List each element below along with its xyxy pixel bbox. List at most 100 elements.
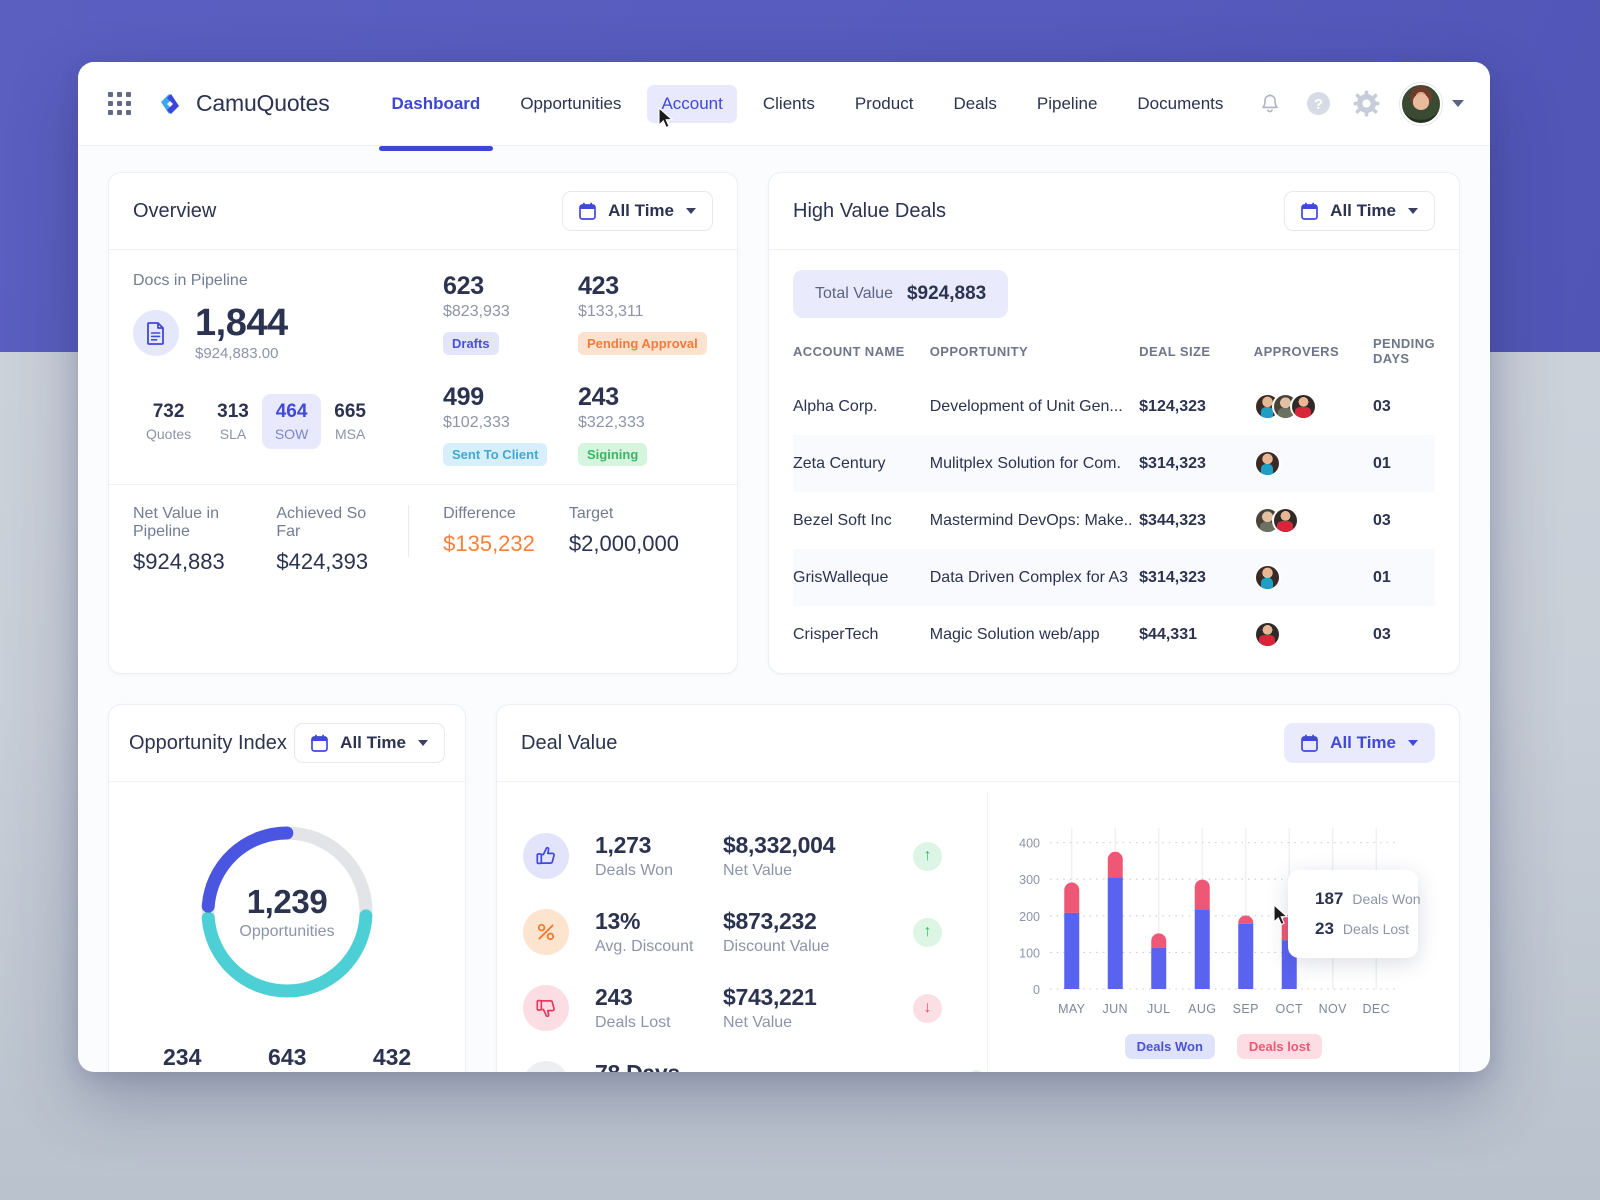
document-icon: [133, 309, 179, 356]
doc-type-pill-quotes[interactable]: 732 Quotes: [133, 394, 204, 449]
brand[interactable]: CamuQuotes: [155, 89, 330, 119]
overview-footer-metric: Achieved So Far $424,393: [276, 505, 368, 575]
table-row[interactable]: CrisperTech Magic Solution web/app $44,331…: [793, 606, 1435, 663]
dv-date-filter[interactable]: All Time: [1284, 723, 1435, 763]
account-name: Alpha Corp.: [793, 397, 878, 415]
svg-text:AUG: AUG: [1188, 1002, 1216, 1016]
overview-stats: 623 $823,933 Drafts 423 $133,311 Pending Appr…: [433, 272, 713, 466]
overview-stat: 423 $133,311 Pending Approval: [578, 272, 713, 355]
oi-title: Opportunity Index: [129, 731, 287, 754]
opportunity-name: Data Driven Complex for A3: [929, 568, 1129, 586]
nav-item-opportunities[interactable]: Opportunities: [506, 85, 635, 123]
table-row[interactable]: Bezel Soft Inc Mastermind DevOps: Make.. $…: [793, 492, 1435, 549]
column-header: DEAL SIZE: [1139, 343, 1211, 359]
approvers-cell: [1253, 378, 1373, 435]
chart-legend: Deals Won Deals lost: [1006, 1034, 1441, 1059]
stat-count: 423: [578, 272, 619, 300]
diamond-logo-icon: [155, 89, 185, 119]
nav-item-product[interactable]: Product: [841, 85, 928, 123]
help-circle-icon[interactable]: ?: [1304, 90, 1332, 118]
nav-item-clients[interactable]: Clients: [749, 85, 829, 123]
avatar: [1400, 82, 1442, 125]
approvers-cell: [1253, 492, 1373, 549]
hvd-header: High Value Deals All Time: [769, 173, 1459, 250]
stat-count: 499: [443, 383, 484, 411]
bell-icon[interactable]: [1256, 90, 1284, 118]
stat-value: $322,333: [578, 414, 645, 431]
user-menu[interactable]: [1400, 82, 1464, 125]
pending-days: 01: [1372, 454, 1391, 472]
oi-body: 1,239 Opportunities 234Deals Won 643In Pr…: [109, 782, 465, 1072]
calendar-icon: [579, 202, 597, 220]
opportunity-count-label: Opportunities: [239, 923, 335, 940]
metric-label: Deals Lost: [595, 1014, 671, 1031]
gear-icon[interactable]: [1352, 90, 1380, 118]
deal-value-card: Deal Value All Time 1,273 Deals Won $8,332…: [496, 704, 1460, 1072]
doc-type-pill-sow[interactable]: 464 SOW: [261, 393, 322, 449]
oi-header: Opportunity Index All Time: [109, 705, 465, 782]
donut-center: 1,239 Opportunities: [195, 820, 379, 1004]
table-row[interactable]: GrisWalleque Data Driven Complex for A3 $3…: [793, 549, 1435, 606]
overview-header: Overview All Time: [109, 173, 737, 250]
hvd-date-filter[interactable]: All Time: [1284, 191, 1435, 231]
account-name: Zeta Century: [793, 454, 886, 472]
deals-table: ACCOUNT NAME OPPORTUNITY DEAL SIZE APPROVER…: [793, 336, 1435, 663]
overview-left: Docs in Pipeline 1,844 $924,883.00 732 Qu…: [133, 272, 433, 466]
avatar: [1271, 507, 1299, 534]
app-window: CamuQuotes Dashboard Opportunities Account…: [78, 62, 1490, 1072]
nav-item-pipeline[interactable]: Pipeline: [1023, 85, 1112, 123]
row-top: Overview All Time Docs in Pipeline 1,844…: [108, 172, 1460, 674]
nav-item-deals[interactable]: Deals: [939, 85, 1010, 123]
svg-text:JUL: JUL: [1147, 1002, 1170, 1016]
table-row[interactable]: Alpha Corp. Development of Unit Gen... $12…: [793, 378, 1435, 435]
metric-label: Avg. Discount: [595, 938, 694, 955]
metric-value-2: $873,232: [723, 908, 817, 934]
row-bottom: Opportunity Index All Time 1,239 Opportu…: [108, 704, 1460, 1072]
nav-item-documents[interactable]: Documents: [1123, 85, 1237, 123]
metric-value: 243: [595, 984, 633, 1010]
svg-text:400: 400: [1019, 837, 1040, 851]
calendar-icon: [311, 734, 329, 752]
overview-stat: 623 $823,933 Drafts: [443, 272, 578, 355]
footer-value: $135,232: [443, 531, 535, 556]
dv-body: 1,273 Deals Won $8,332,004 Net Value ↑ 13% Avg…: [497, 782, 1459, 1072]
approvers-cell: [1253, 549, 1373, 606]
oi-date-label: All Time: [340, 733, 406, 752]
metric-value: 78 Days: [595, 1060, 828, 1072]
pill-count: 732: [152, 400, 185, 422]
stat-count: 243: [578, 383, 619, 411]
doc-type-pill-msa[interactable]: 665 MSA: [321, 394, 379, 449]
nav-item-dashboard[interactable]: Dashboard: [378, 85, 495, 151]
oi-legend-count: 643: [268, 1044, 307, 1070]
metric-primary: 13% Avg. Discount: [595, 908, 723, 956]
mouse-cursor-chart: [1273, 903, 1290, 928]
tooltip-won-label: Deals Won: [1352, 891, 1421, 907]
svg-text:MAY: MAY: [1058, 1002, 1086, 1016]
mouse-cursor-nav: [658, 106, 675, 131]
pill-count: 665: [334, 400, 366, 422]
opportunity-name: Mulitplex Solution for Com.: [929, 454, 1121, 472]
metric-value-2: $743,221: [723, 984, 817, 1010]
oi-date-filter[interactable]: All Time: [294, 723, 445, 763]
overview-date-label: All Time: [608, 201, 674, 220]
chart-legend-lost[interactable]: Deals lost: [1236, 1034, 1323, 1059]
deal-value-metric-row: 243 Deals Lost $743,221 Net Value ↓: [523, 970, 987, 1046]
apps-grid-icon[interactable]: [108, 92, 131, 115]
pending-days: 01: [1372, 568, 1391, 586]
opportunity-index-card: Opportunity Index All Time 1,239 Opportu…: [108, 704, 466, 1072]
metric-value: 13%: [595, 908, 641, 934]
overview-date-filter[interactable]: All Time: [562, 191, 713, 231]
svg-text:100: 100: [1019, 946, 1040, 960]
pending-days: 03: [1372, 397, 1391, 415]
overview-footer-metric: Net Value in Pipeline $924,883: [133, 505, 242, 575]
account-name: GrisWalleque: [793, 568, 889, 586]
thumbs-up-icon: [523, 833, 569, 879]
chart-legend-won[interactable]: Deals Won: [1124, 1034, 1215, 1059]
deals-table-body: Alpha Corp. Development of Unit Gen... $12…: [793, 378, 1435, 663]
dv-metrics: 1,273 Deals Won $8,332,004 Net Value ↑ 13% Avg…: [497, 792, 988, 1072]
doc-type-pill-sla[interactable]: 313 SLA: [204, 394, 262, 449]
chart-tooltip: 187 Deals Won 23 Deals Lost: [1288, 870, 1421, 958]
table-row[interactable]: Zeta Century Mulitplex Solution for Com. $…: [793, 435, 1435, 492]
doc-type-pills: 732 Quotes 313 SLA 464 SOW 665 MSA: [133, 393, 433, 449]
overview-footer-metric: Difference $135,232: [408, 505, 535, 557]
